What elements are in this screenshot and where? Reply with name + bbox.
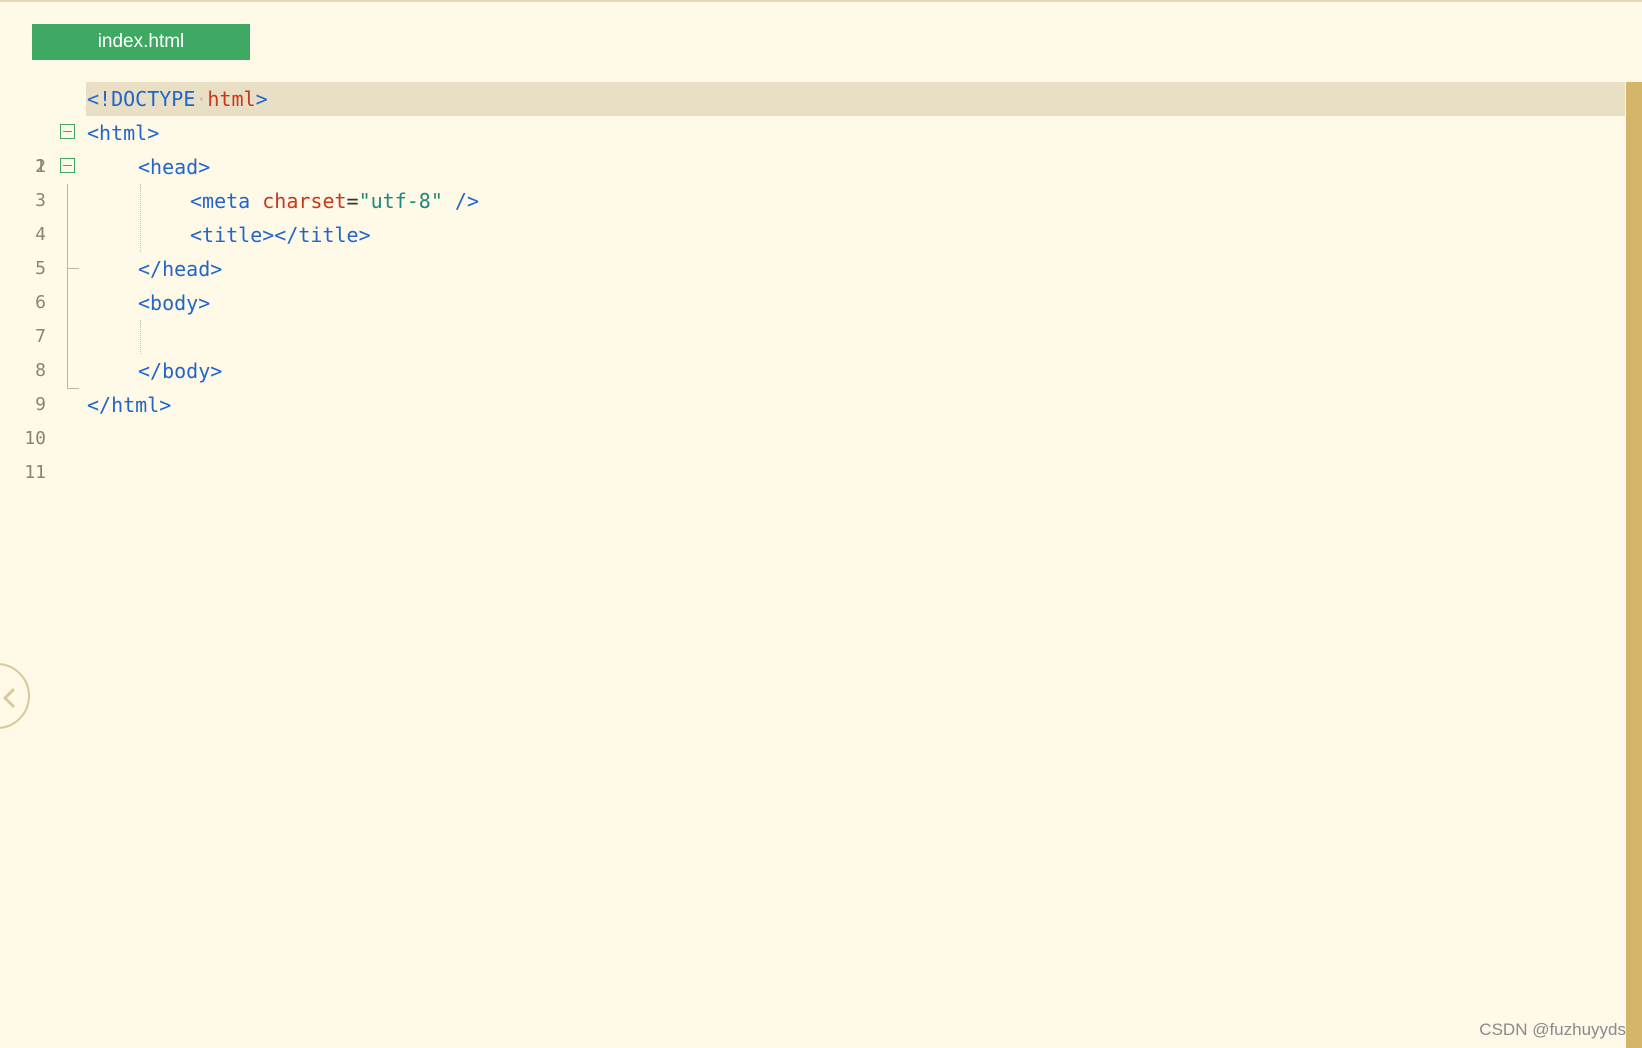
current-line-highlight bbox=[86, 82, 1625, 116]
title-tag-token: <title></title> bbox=[190, 223, 371, 247]
line-code: <html> bbox=[87, 116, 159, 150]
charset-value-token: "utf-8" bbox=[358, 189, 443, 213]
head-close-tag: </head> bbox=[138, 257, 223, 281]
top-border bbox=[0, 0, 1642, 2]
tab-index-html[interactable]: index.html bbox=[32, 24, 250, 60]
line-code: <head> bbox=[138, 150, 210, 184]
line-code: <body> bbox=[138, 286, 210, 320]
meta-tag-token: <meta bbox=[190, 189, 263, 213]
code-line-10[interactable]: 10 </html> bbox=[0, 388, 1625, 449]
body-close-tag: </body> bbox=[138, 359, 223, 383]
vertical-scrollbar[interactable] bbox=[1626, 82, 1642, 1048]
code-line-3[interactable]: 3 <head> bbox=[0, 150, 1625, 211]
code-line-5[interactable]: 5 <title></title> bbox=[0, 218, 1625, 279]
code-line-9[interactable]: 9 </body> bbox=[0, 354, 1625, 415]
head-open-tag: <head> bbox=[138, 155, 211, 179]
code-line-1[interactable]: 1 <!DOCTYPE·html> bbox=[0, 82, 1625, 177]
doctype-token: <!DOCTYPE bbox=[87, 87, 196, 111]
code-line-2[interactable]: 2 <html> bbox=[0, 116, 1625, 177]
self-close-token: /> bbox=[442, 189, 480, 213]
code-line-7[interactable]: 7 <body> bbox=[0, 286, 1625, 347]
closing-bracket-token: > bbox=[255, 87, 268, 111]
html-close-tag: </html> bbox=[87, 393, 172, 417]
line-code: </head> bbox=[138, 252, 222, 286]
minus-square-icon[interactable] bbox=[60, 158, 75, 173]
code-line-8[interactable]: 8 bbox=[0, 320, 1625, 381]
line-code: <meta charset="utf-8" /> bbox=[190, 184, 479, 218]
doctype-html-token: html bbox=[207, 87, 256, 111]
side-panel-toggle[interactable] bbox=[0, 663, 30, 729]
minus-square-icon[interactable] bbox=[60, 124, 75, 139]
line-code: </body> bbox=[138, 354, 222, 388]
watermark: CSDN @fuzhuyyds bbox=[1479, 1020, 1626, 1039]
line-number: 11 bbox=[24, 462, 46, 483]
body-open-tag: <body> bbox=[138, 291, 211, 315]
line-code: <title></title> bbox=[190, 218, 371, 252]
code-editor[interactable]: 1 <!DOCTYPE·html> 2 <html> 3 <head> 4 <m… bbox=[0, 82, 1625, 483]
code-line-11[interactable]: 11 bbox=[0, 422, 1625, 483]
code-line-4[interactable]: 4 <meta charset="utf-8" /> bbox=[0, 184, 1625, 245]
charset-attr-token: charset bbox=[262, 189, 347, 213]
chevron-left-icon bbox=[3, 688, 15, 708]
whitespace-marker: · bbox=[195, 87, 208, 111]
equals-token: = bbox=[346, 189, 359, 213]
html-open-tag: <html> bbox=[87, 121, 160, 145]
line-code: <!DOCTYPE·html> bbox=[87, 82, 268, 116]
tab-label: index.html bbox=[97, 31, 185, 52]
line-code: </html> bbox=[87, 388, 171, 422]
code-line-6[interactable]: 6 </head> bbox=[0, 252, 1625, 313]
